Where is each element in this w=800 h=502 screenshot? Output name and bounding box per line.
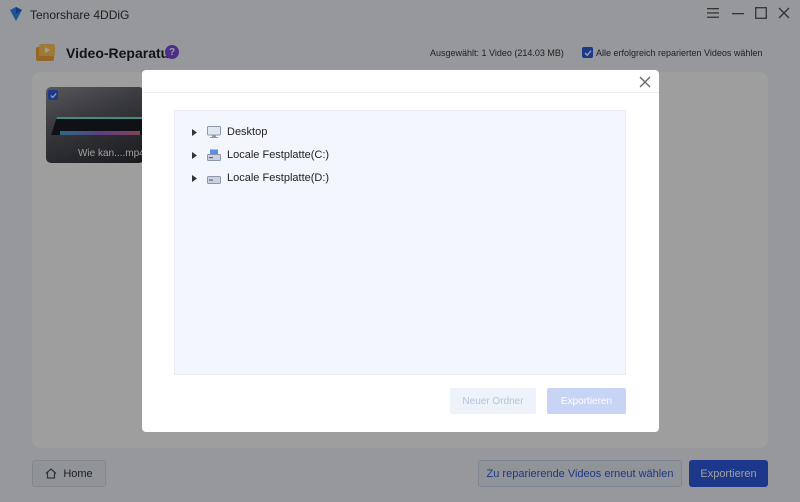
- expand-arrow-icon[interactable]: [189, 127, 199, 137]
- tree-item-label: Desktop: [227, 126, 268, 138]
- expand-arrow-icon[interactable]: [189, 173, 199, 183]
- tree-item-label: Locale Festplatte(C:): [227, 149, 330, 161]
- export-dialog: Desktop Locale Festplatte(C:) Locale Fes…: [142, 70, 659, 432]
- dialog-divider: [142, 92, 659, 93]
- drive-icon: [207, 176, 221, 184]
- monitor-icon: [207, 126, 221, 138]
- tree-item-desktop[interactable]: Desktop: [189, 124, 267, 140]
- dialog-export-button[interactable]: Exportieren: [547, 388, 626, 414]
- tree-item-drive-c[interactable]: Locale Festplatte(C:): [189, 147, 329, 163]
- tree-item-label: Locale Festplatte(D:): [227, 172, 330, 184]
- drive-icon: [207, 149, 221, 161]
- tree-item-drive-d[interactable]: Locale Festplatte(D:): [189, 170, 329, 186]
- folder-tree: Desktop Locale Festplatte(C:) Locale Fes…: [174, 110, 626, 375]
- close-icon[interactable]: [638, 75, 652, 89]
- new-folder-button[interactable]: Neuer Ordner: [450, 388, 536, 414]
- expand-arrow-icon[interactable]: [189, 150, 199, 160]
